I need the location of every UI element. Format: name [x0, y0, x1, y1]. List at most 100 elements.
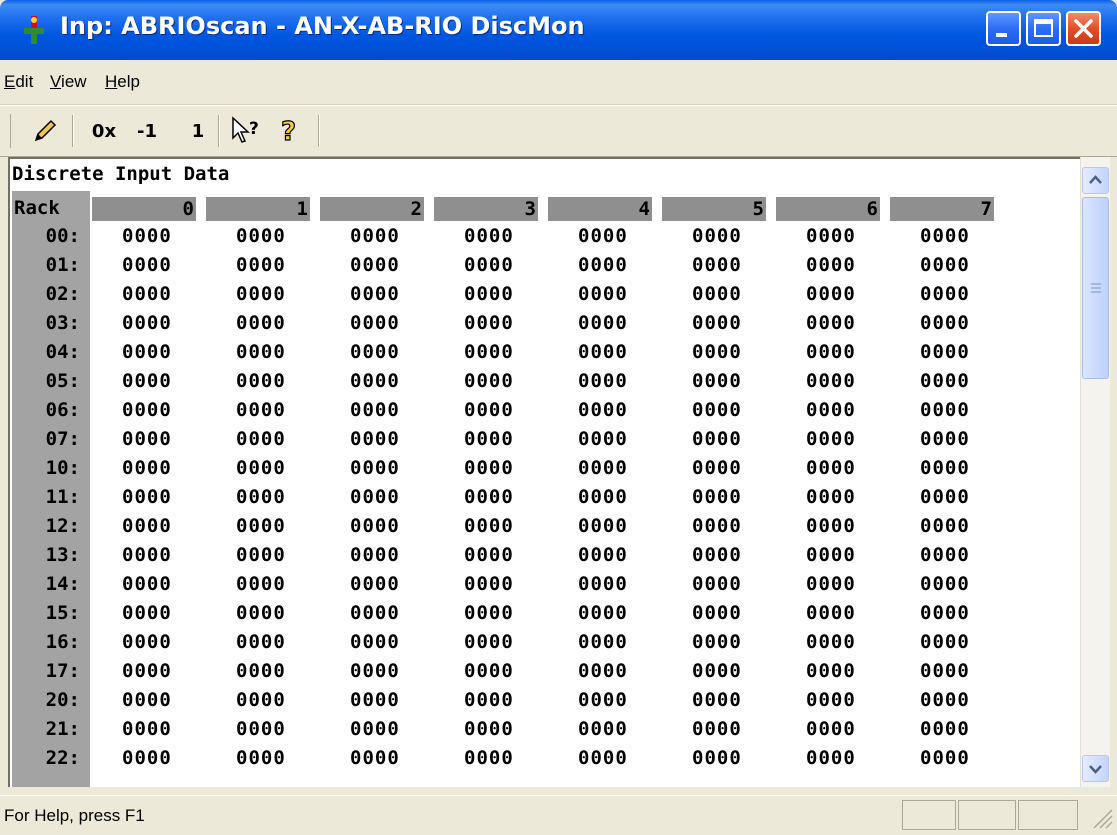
column-header: 4	[548, 197, 652, 221]
rack-label: 10:	[45, 457, 80, 479]
toolbar-separator	[72, 115, 74, 147]
data-cell: 0000	[350, 660, 400, 682]
menu-help[interactable]: Help	[105, 72, 140, 92]
data-cell: 0000	[578, 718, 628, 740]
data-cell: 0000	[578, 486, 628, 508]
data-cell: 0000	[806, 341, 856, 363]
help-button[interactable]: ?	[275, 114, 305, 148]
rack-label: 21:	[45, 718, 80, 740]
data-cell: 0000	[236, 660, 286, 682]
menu-edit[interactable]: Edit	[4, 72, 33, 92]
data-cell: 0000	[350, 747, 400, 769]
column-header: 0	[92, 197, 196, 221]
network-plug-icon	[24, 16, 44, 44]
close-button[interactable]	[1066, 11, 1101, 46]
data-cell: 0000	[122, 312, 172, 334]
column-header: 5	[662, 197, 766, 221]
data-view: Discrete Input Data Rack 0 1 2 3 4 5 6 7 00: 0000…	[8, 157, 1109, 787]
rack-label: 12:	[45, 515, 80, 537]
data-cell: 0000	[236, 254, 286, 276]
data-cell: 0000	[350, 718, 400, 740]
data-cell: 0000	[578, 689, 628, 711]
data-cell: 0000	[236, 486, 286, 508]
help-question-icon: ?	[280, 116, 296, 146]
data-cell: 0000	[578, 457, 628, 479]
maximize-icon	[1034, 19, 1053, 37]
data-cell: 0000	[806, 718, 856, 740]
data-cell: 0000	[578, 370, 628, 392]
data-cell: 0000	[122, 341, 172, 363]
data-cell: 0000	[464, 341, 514, 363]
data-cell: 0000	[806, 747, 856, 769]
resize-grip-icon[interactable]	[1090, 806, 1114, 830]
data-cell: 0000	[578, 428, 628, 450]
rack-label: 05:	[45, 370, 80, 392]
data-cell: 0000	[578, 225, 628, 247]
data-cell: 0000	[692, 312, 742, 334]
data-cell: 0000	[464, 312, 514, 334]
decrement-button[interactable]: -1	[130, 114, 164, 148]
svg-text:?: ?	[249, 119, 259, 139]
data-cell: 0000	[350, 544, 400, 566]
data-cell: 0000	[236, 457, 286, 479]
data-cell: 0000	[920, 341, 970, 363]
data-cell: 0000	[692, 370, 742, 392]
edit-button[interactable]	[28, 114, 62, 148]
rack-label: 14:	[45, 573, 80, 595]
data-cell: 0000	[464, 428, 514, 450]
data-cell: 0000	[464, 602, 514, 624]
scroll-down-button[interactable]	[1082, 755, 1109, 782]
data-cell: 0000	[920, 544, 970, 566]
data-cell: 0000	[920, 283, 970, 305]
data-cell: 0000	[236, 631, 286, 653]
data-cell: 0000	[350, 283, 400, 305]
rack-label: 03:	[45, 312, 80, 334]
data-cell: 0000	[692, 283, 742, 305]
maximize-button[interactable]	[1026, 11, 1061, 46]
data-cell: 0000	[350, 573, 400, 595]
data-cell: 0000	[122, 631, 172, 653]
data-cell: 0000	[236, 428, 286, 450]
rack-label: 02:	[45, 283, 80, 305]
title-bar[interactable]: Inp: ABRIOscan - AN-X-AB-RIO DiscMon	[0, 0, 1117, 60]
scroll-thumb[interactable]	[1082, 197, 1109, 379]
context-help-button[interactable]: ?	[228, 114, 266, 148]
data-cell: 0000	[806, 515, 856, 537]
data-cell: 0000	[350, 515, 400, 537]
data-cell: 0000	[464, 718, 514, 740]
vertical-scrollbar[interactable]	[1080, 157, 1110, 787]
data-cell: 0000	[350, 312, 400, 334]
rack-header: Rack	[14, 197, 60, 219]
data-cell: 0000	[806, 283, 856, 305]
data-cell: 0000	[236, 312, 286, 334]
data-cell: 0000	[350, 428, 400, 450]
data-cell: 0000	[806, 544, 856, 566]
hex-format-button[interactable]: 0x	[84, 114, 124, 148]
data-cell: 0000	[920, 312, 970, 334]
increment-button[interactable]: 1	[186, 114, 210, 148]
app-window: Inp: ABRIOscan - AN-X-AB-RIO DiscMon Edi…	[0, 0, 1117, 835]
scroll-up-button[interactable]	[1082, 167, 1109, 194]
data-cell: 0000	[464, 225, 514, 247]
data-cell: 0000	[920, 254, 970, 276]
data-cell: 0000	[920, 718, 970, 740]
data-cell: 0000	[122, 370, 172, 392]
toolbar-grip[interactable]	[10, 114, 14, 148]
data-cell: 0000	[464, 660, 514, 682]
data-cell: 0000	[236, 283, 286, 305]
minimize-button[interactable]	[986, 11, 1021, 46]
data-cell: 0000	[692, 428, 742, 450]
data-cell: 0000	[350, 399, 400, 421]
data-cell: 0000	[692, 486, 742, 508]
data-cell: 0000	[236, 747, 286, 769]
data-cell: 0000	[806, 225, 856, 247]
data-cell: 0000	[350, 254, 400, 276]
menu-view[interactable]: View	[50, 72, 87, 92]
toolbar-separator	[218, 115, 220, 147]
data-cell: 0000	[350, 689, 400, 711]
status-pane	[1018, 800, 1078, 830]
data-cell: 0000	[920, 515, 970, 537]
data-cell: 0000	[692, 457, 742, 479]
data-cell: 0000	[122, 573, 172, 595]
data-cell: 0000	[464, 486, 514, 508]
